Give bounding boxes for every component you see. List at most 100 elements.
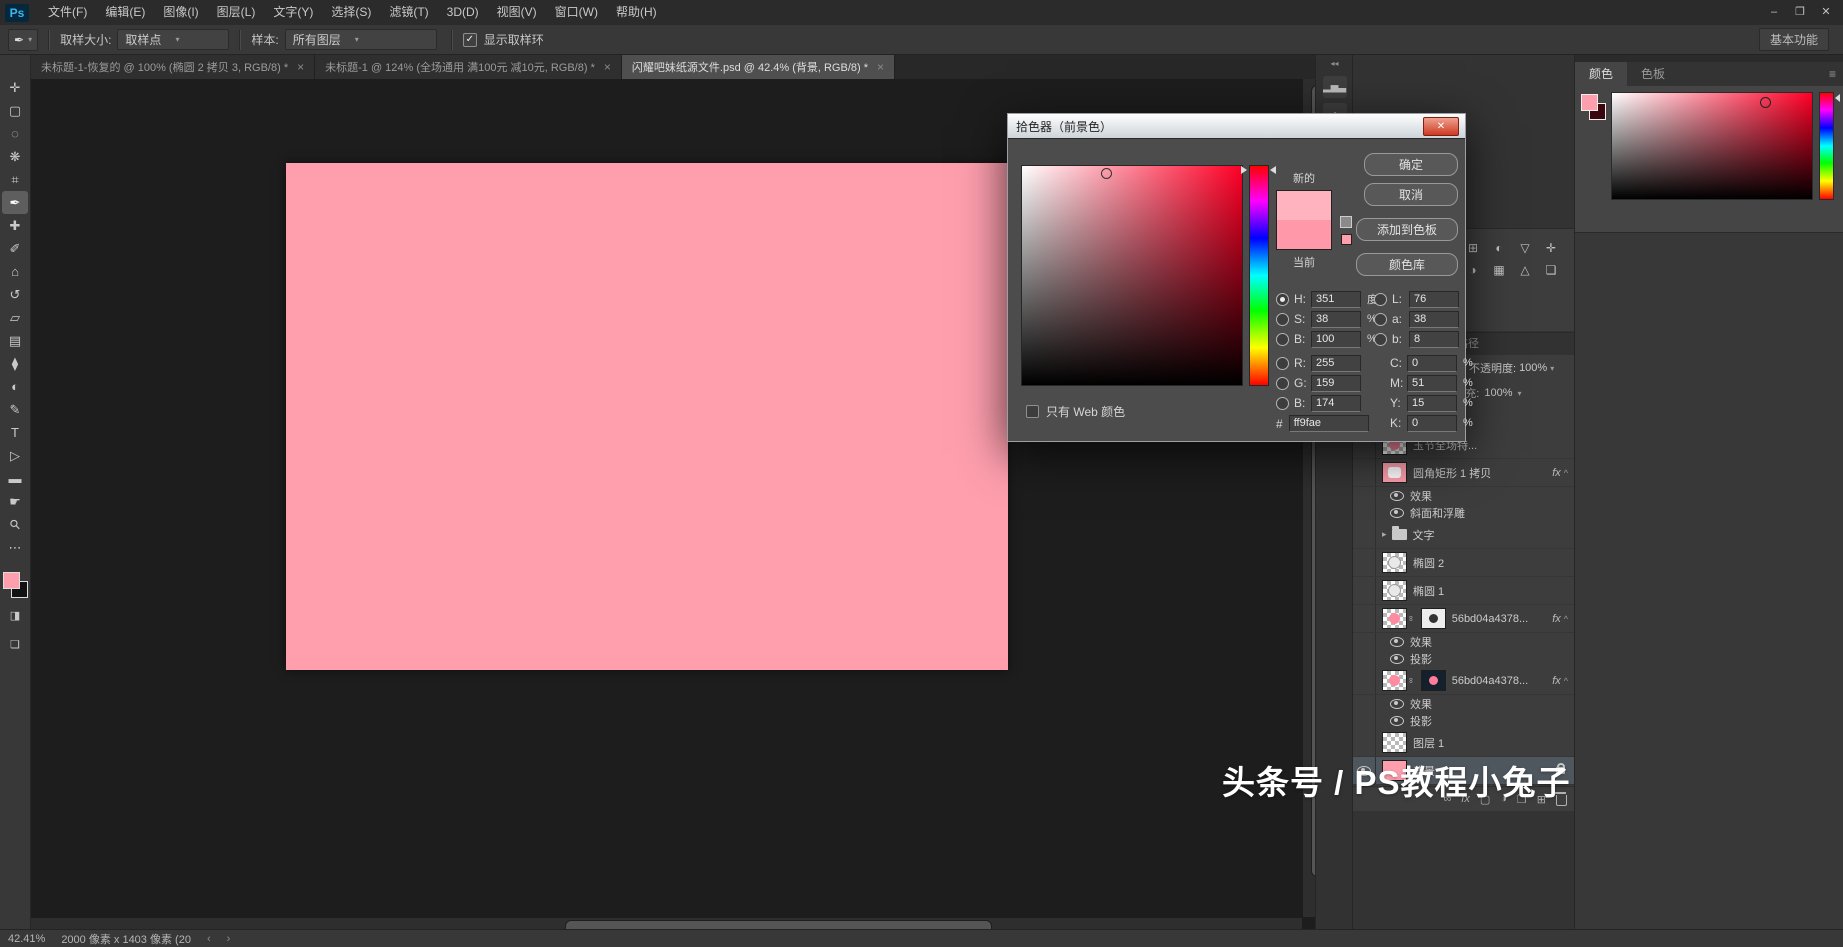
healing-brush-tool[interactable]: ✚ [2, 214, 28, 237]
color-field[interactable] [1611, 92, 1813, 200]
collapse-effects-icon[interactable]: ^ [1564, 468, 1568, 478]
eye-icon[interactable] [1390, 637, 1404, 647]
s-input[interactable]: 38 [1311, 311, 1361, 328]
radio-b[interactable] [1276, 333, 1289, 346]
layer-thumbnail[interactable] [1382, 552, 1407, 573]
web-safe-color-chip[interactable] [1341, 234, 1352, 245]
path-selection-tool[interactable]: ▷ [2, 444, 28, 467]
radio-lab-b[interactable] [1374, 333, 1387, 346]
layer-style-badge[interactable]: fx [1552, 467, 1561, 479]
ok-button[interactable]: 确定 [1364, 153, 1458, 176]
hex-input[interactable]: ff9fae [1289, 415, 1369, 432]
visibility-toggle[interactable] [1353, 521, 1376, 548]
layer-group-row[interactable]: ▸ 文字 [1353, 521, 1575, 549]
h-input[interactable]: 351 [1311, 291, 1361, 308]
maximize-button[interactable]: ❐ [1787, 0, 1813, 25]
layer-effect-row[interactable]: 斜面和浮雕 [1353, 504, 1575, 521]
tab-swatches[interactable]: 色板 [1627, 62, 1679, 86]
eye-icon[interactable] [1390, 699, 1404, 709]
color-libraries-button[interactable]: 颜色库 [1356, 253, 1458, 276]
hue-slider-marker-left[interactable] [1241, 166, 1247, 174]
foreground-color-swatch[interactable] [1581, 94, 1598, 111]
show-sampling-ring-checkbox[interactable]: ✓ [463, 33, 477, 47]
brush-tool[interactable]: ✐ [2, 237, 28, 260]
foreground-color-swatch[interactable] [3, 572, 20, 589]
menu-type[interactable]: 文字(Y) [264, 0, 322, 25]
eye-icon[interactable] [1390, 508, 1404, 518]
document-tab-1[interactable]: 未标题-1-恢复的 @ 100% (椭圆 2 拷贝 3, RGB/8) * × [31, 54, 315, 79]
web-colors-only-checkbox[interactable] [1026, 405, 1039, 418]
layer-thumbnail[interactable] [1382, 732, 1407, 753]
layer-thumbnail[interactable] [1382, 580, 1407, 601]
sample-layers-dropdown[interactable]: 所有图层 ▾ [285, 29, 437, 50]
menu-filter[interactable]: 滤镜(T) [380, 0, 437, 25]
gradient-tool[interactable]: ▤ [2, 329, 28, 352]
shape-tool[interactable]: ▬ [2, 467, 28, 490]
workspace-switcher[interactable]: 基本功能 [1759, 28, 1829, 51]
histogram-panel-icon[interactable]: ▂▅▃ [1323, 76, 1347, 98]
cancel-button[interactable]: 取消 [1364, 183, 1458, 206]
black-white-adjustment-icon[interactable]: ✛ [1538, 237, 1564, 259]
hue-ramp-marker[interactable] [1835, 94, 1840, 102]
status-next-icon[interactable]: › [227, 933, 231, 945]
blur-tool[interactable]: ⧫ [2, 352, 28, 375]
eye-icon[interactable] [1390, 716, 1404, 726]
pen-tool[interactable]: ✎ [2, 398, 28, 421]
visibility-toggle[interactable] [1353, 459, 1376, 486]
close-button[interactable]: ✕ [1813, 0, 1839, 25]
eye-icon[interactable] [1390, 491, 1404, 501]
collapse-effects-icon[interactable]: ^ [1564, 676, 1568, 686]
m-input[interactable]: 51 [1407, 375, 1457, 392]
minimize-button[interactable]: – [1761, 0, 1787, 25]
menu-window[interactable]: 窗口(W) [546, 0, 607, 25]
close-icon[interactable]: × [877, 60, 884, 74]
add-to-swatches-button[interactable]: 添加到色板 [1356, 218, 1458, 241]
history-brush-tool[interactable]: ↺ [2, 283, 28, 306]
opacity-control[interactable]: 不透明度: 100% ▾ [1469, 360, 1554, 376]
tab-color[interactable]: 颜色 [1575, 62, 1627, 86]
layer-mask-thumbnail[interactable] [1421, 608, 1446, 629]
radio-g[interactable] [1276, 377, 1289, 390]
radio-a[interactable] [1374, 313, 1387, 326]
c-input[interactable]: 0 [1407, 355, 1457, 372]
quick-mask-button[interactable]: ◨ [2, 604, 28, 627]
close-icon[interactable]: × [297, 60, 304, 74]
r-input[interactable]: 255 [1311, 355, 1361, 372]
radio-b2[interactable] [1276, 397, 1289, 410]
layer-style-badge[interactable]: fx [1552, 675, 1561, 687]
current-color-swatch[interactable] [1277, 220, 1331, 249]
l-input[interactable]: 76 [1409, 291, 1459, 308]
collapse-effects-icon[interactable]: ^ [1564, 614, 1568, 624]
layer-row[interactable]: 圆角矩形 1 拷贝 fx ^ [1353, 459, 1575, 487]
a-input[interactable]: 38 [1409, 311, 1459, 328]
layer-thumbnail[interactable] [1382, 462, 1407, 483]
y-input[interactable]: 15 [1407, 395, 1457, 412]
panel-menu-icon[interactable]: ≡ [1829, 67, 1836, 81]
g-input[interactable]: 159 [1311, 375, 1361, 392]
layer-row[interactable]: 椭圆 2 [1353, 549, 1575, 577]
zoom-level[interactable]: 42.41% [8, 933, 45, 945]
layer-style-badge[interactable]: fx [1552, 613, 1561, 625]
eraser-tool[interactable]: ▱ [2, 306, 28, 329]
layer-row[interactable]: ∞ 56bd04a4378... fx ^ [1353, 667, 1575, 695]
layer-row[interactable]: 图层 1 [1353, 729, 1575, 757]
threshold-adjustment-icon[interactable]: ▦ [1486, 259, 1512, 281]
radio-l[interactable] [1374, 293, 1387, 306]
magic-wand-tool[interactable]: ❋ [2, 145, 28, 168]
dialog-title-bar[interactable]: 拾色器（前景色） [1008, 114, 1465, 139]
visibility-toggle[interactable] [1353, 577, 1376, 604]
layer-thumbnail[interactable] [1382, 670, 1407, 691]
layer-effect-row[interactable]: 效果 [1353, 487, 1575, 504]
menu-select[interactable]: 选择(S) [322, 0, 380, 25]
document-tab-2[interactable]: 未标题-1 @ 124% (全场通用 满100元 减10元, RGB/8) * … [315, 54, 622, 79]
layer-effect-row[interactable]: 效果 [1353, 633, 1575, 650]
menu-image[interactable]: 图像(I) [154, 0, 207, 25]
layer-effect-row[interactable]: 投影 [1353, 650, 1575, 667]
mask-link-icon[interactable]: ∞ [1406, 616, 1415, 622]
selective-color-adjustment-icon[interactable]: ❏ [1538, 259, 1564, 281]
layer-row[interactable]: ∞ 56bd04a4378... fx ^ [1353, 605, 1575, 633]
screen-mode-button[interactable]: ❏ [2, 633, 28, 656]
current-tool-preset[interactable]: ✒ ▾ [8, 29, 38, 51]
layer-effect-row[interactable]: 效果 [1353, 695, 1575, 712]
canvas-document[interactable] [286, 163, 1008, 670]
